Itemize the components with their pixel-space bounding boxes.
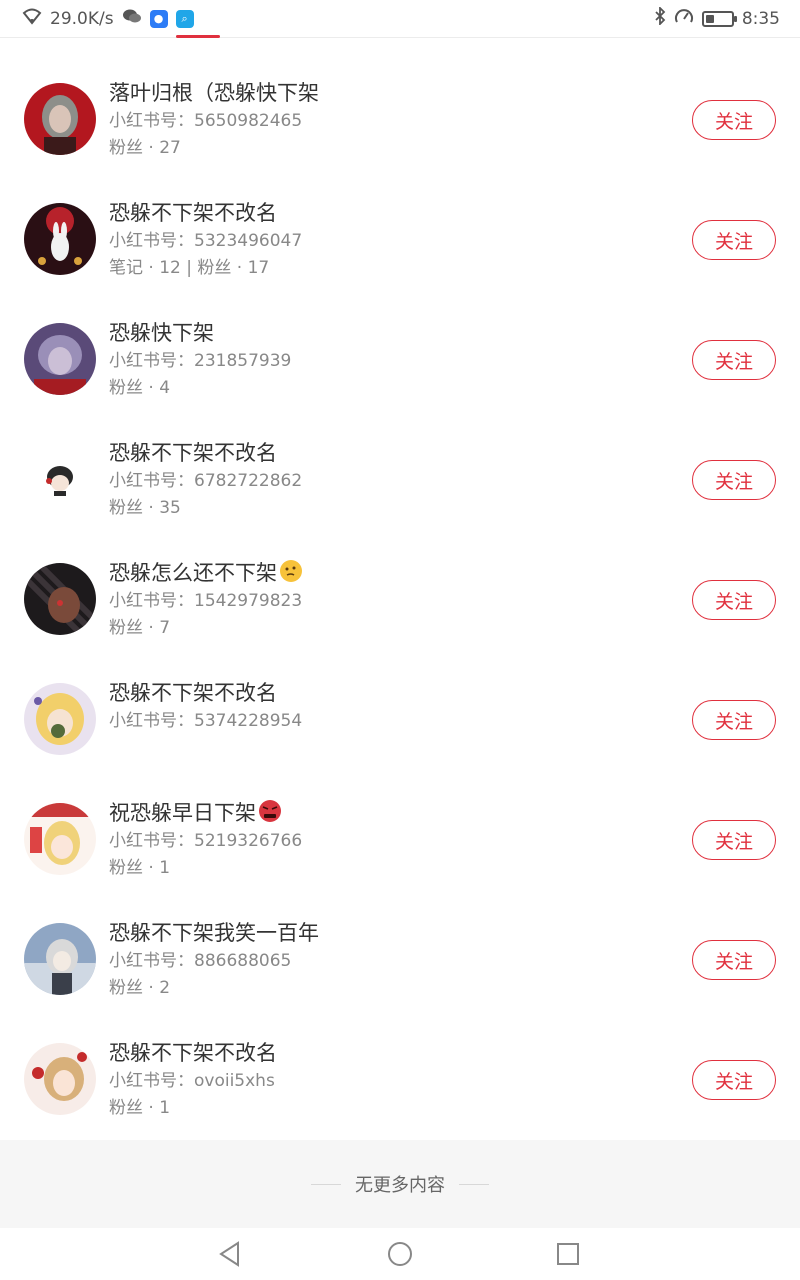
user-row[interactable]: 落叶归根（恐躲快下架 小红书号：5650982465 粉丝 · 27 关注 <box>0 60 800 180</box>
user-id-label: 小红书号： <box>109 111 194 131</box>
user-stats: 笔记 · 12 | 粉丝 · 17 <box>109 258 270 278</box>
user-row[interactable]: 恐躲不下架不改名 小红书号：6782722862 粉丝 · 35 关注 <box>0 420 800 540</box>
follow-button[interactable]: 关注 <box>692 100 776 140</box>
home-icon[interactable] <box>386 1240 414 1268</box>
user-row[interactable]: 恐躲不下架不改名 小红书号：ovoii5xhs 粉丝 · 1 关注 <box>0 1020 800 1140</box>
back-icon[interactable] <box>216 1240 244 1268</box>
user-name: 祝恐躲早日下架 <box>109 801 256 825</box>
follow-button[interactable]: 关注 <box>692 1060 776 1100</box>
follow-button[interactable]: 关注 <box>692 340 776 380</box>
end-of-list-text: 无更多内容 <box>355 1175 445 1196</box>
speed-icon <box>674 7 694 30</box>
user-stats: 粉丝 · 1 <box>109 1098 171 1118</box>
avatar[interactable] <box>24 83 96 155</box>
battery-icon <box>701 10 737 27</box>
user-name: 恐躲不下架不改名 <box>109 681 277 705</box>
user-id-label: 小红书号： <box>109 711 194 731</box>
divider <box>459 1183 489 1185</box>
follow-button[interactable]: 关注 <box>692 220 776 260</box>
user-stats: 粉丝 · 35 <box>109 498 181 518</box>
user-name: 恐躲快下架 <box>109 321 214 345</box>
clock: 8:35 <box>741 8 780 29</box>
user-row[interactable]: 恐躲快下架 小红书号：231857939 粉丝 · 4 关注 <box>0 300 800 420</box>
user-id: ovoii5xhs <box>194 1071 275 1091</box>
follow-button[interactable]: 关注 <box>692 700 776 740</box>
user-id: 6782722862 <box>194 471 303 491</box>
wifi-icon <box>22 7 42 30</box>
user-id: 5374228954 <box>194 711 303 731</box>
avatar[interactable] <box>24 1043 96 1115</box>
user-row[interactable]: 恐躲不下架不改名 小红书号：5323496047 笔记 · 12 | 粉丝 · … <box>0 180 800 300</box>
divider <box>311 1183 341 1185</box>
follow-button[interactable]: 关注 <box>692 940 776 980</box>
user-row[interactable]: 祝恐躲早日下架 小红书号：5219326766 粉丝 · 1 关注 <box>0 780 800 900</box>
network-speed: 29.0K/s <box>50 8 114 29</box>
wechat-icon <box>122 7 142 30</box>
bluetooth-icon <box>654 5 666 30</box>
follow-button[interactable]: 关注 <box>692 580 776 620</box>
user-row[interactable]: 恐躲不下架我笑一百年 小红书号：886688065 粉丝 · 2 关注 <box>0 900 800 1020</box>
user-id: 231857939 <box>194 351 292 371</box>
user-name: 落叶归根（恐躲快下架 <box>109 81 319 105</box>
status-bar: 29.0K/s ● ⌕ 8:35 <box>0 0 800 38</box>
user-name: 恐躲不下架不改名 <box>109 1041 277 1065</box>
user-id-label: 小红书号： <box>109 951 194 971</box>
user-id: 5323496047 <box>194 231 303 251</box>
user-id-label: 小红书号： <box>109 231 194 251</box>
user-id: 5650982465 <box>194 111 303 131</box>
user-row[interactable]: 恐躲不下架不改名 小红书号：5374228954 关注 <box>0 660 800 780</box>
user-list: 落叶归根（恐躲快下架 小红书号：5650982465 粉丝 · 27 关注 恐躲… <box>0 60 800 1140</box>
bulb-app-icon: ● <box>149 9 168 28</box>
user-id: 886688065 <box>194 951 292 971</box>
user-id-label: 小红书号： <box>109 471 194 491</box>
user-name: 恐躲怎么还不下架 <box>109 561 277 585</box>
follow-button[interactable]: 关注 <box>692 820 776 860</box>
search-app-icon: ⌕ <box>175 9 194 28</box>
avatar[interactable] <box>24 443 96 515</box>
avatar[interactable] <box>24 803 96 875</box>
user-stats: 粉丝 · 7 <box>109 618 171 638</box>
user-name: 恐躲不下架不改名 <box>109 201 277 225</box>
user-id-label: 小红书号： <box>109 591 194 611</box>
avatar[interactable] <box>24 203 96 275</box>
user-id: 1542979823 <box>194 591 303 611</box>
end-of-list: 无更多内容 <box>0 1140 800 1228</box>
user-stats: 粉丝 · 1 <box>109 858 171 878</box>
avatar[interactable] <box>24 923 96 995</box>
follow-button[interactable]: 关注 <box>692 460 776 500</box>
avatar[interactable] <box>24 563 96 635</box>
thinking-emoji-icon <box>279 559 303 583</box>
user-stats: 粉丝 · 4 <box>109 378 171 398</box>
recent-apps-icon[interactable] <box>554 1240 582 1268</box>
angry-emoji-icon <box>258 799 282 823</box>
avatar[interactable] <box>24 323 96 395</box>
system-nav-bar <box>0 1228 800 1280</box>
user-stats: 粉丝 · 27 <box>109 138 181 158</box>
user-id-label: 小红书号： <box>109 351 194 371</box>
user-id-label: 小红书号： <box>109 831 194 851</box>
tab-indicator <box>176 35 220 38</box>
user-stats: 粉丝 · 2 <box>109 978 171 998</box>
user-id: 5219326766 <box>194 831 303 851</box>
user-name: 恐躲不下架我笑一百年 <box>109 921 319 945</box>
user-row[interactable]: 恐躲怎么还不下架 小红书号：1542979823 粉丝 · 7 关注 <box>0 540 800 660</box>
avatar[interactable] <box>24 683 96 755</box>
user-name: 恐躲不下架不改名 <box>109 441 277 465</box>
user-id-label: 小红书号： <box>109 1071 194 1091</box>
